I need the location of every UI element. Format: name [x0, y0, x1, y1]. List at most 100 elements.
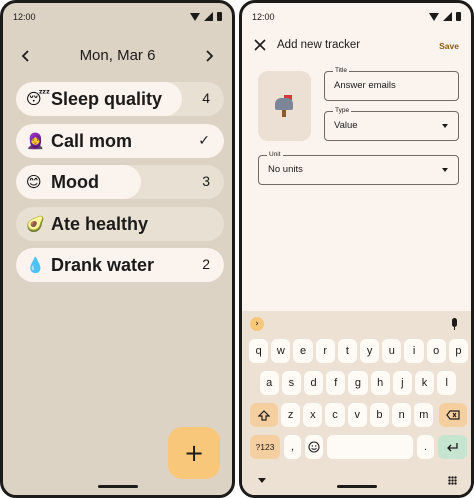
status-time: 12:00 [13, 12, 36, 22]
key-j[interactable]: j [392, 371, 412, 395]
type-value: Value [334, 120, 358, 131]
key-o[interactable]: o [426, 339, 446, 363]
key-s[interactable]: s [281, 371, 301, 395]
add-tracker-button[interactable]: + [168, 427, 220, 479]
dropdown-caret-icon [442, 124, 448, 128]
gesture-handle[interactable] [336, 485, 377, 488]
shift-icon [258, 409, 270, 421]
tracker-item[interactable]: 😊 Mood 3 [16, 165, 224, 199]
title-label: Title [333, 67, 350, 74]
tracker-value: 3 [202, 173, 210, 189]
tracker-day-screen: 12:00 Mon, Mar 6 😴 Sleep quality 4 🧕 Cal… [0, 0, 235, 498]
key-k[interactable]: k [414, 371, 435, 395]
key-b[interactable]: b [369, 403, 390, 427]
status-time: 12:00 [252, 12, 275, 22]
signal-icon [204, 12, 213, 21]
unit-select[interactable]: Unit No units [258, 151, 459, 185]
key-x[interactable]: x [303, 403, 323, 427]
unit-value: No units [268, 164, 303, 175]
tracker-label: Sleep quality [51, 89, 163, 109]
symbols-key[interactable]: ?123 [250, 435, 280, 459]
close-icon [254, 39, 266, 51]
emoji-picker-button[interactable] [258, 71, 311, 141]
key-d[interactable]: d [303, 371, 324, 395]
enter-key[interactable] [438, 435, 467, 459]
key-i[interactable]: i [404, 339, 424, 363]
tracker-label: Ate healthy [51, 213, 149, 234]
unit-label: Unit [267, 151, 283, 158]
key-f[interactable]: f [326, 371, 346, 395]
close-button[interactable] [254, 35, 266, 56]
tracker-value: 2 [202, 256, 210, 272]
screen-title: Add new tracker [277, 39, 361, 51]
plus-icon: + [183, 439, 205, 467]
status-icons [429, 12, 461, 21]
chevron-right-icon: › [255, 319, 259, 329]
checkmark-icon: ✓ [198, 131, 210, 148]
key-y[interactable]: y [360, 339, 380, 363]
smiling-face-icon: 😊 [26, 173, 42, 191]
title-value: Answer emails [334, 80, 396, 91]
key-c[interactable]: c [325, 403, 345, 427]
status-icons [190, 12, 222, 21]
key-q[interactable]: q [249, 339, 269, 363]
space-bar[interactable] [327, 435, 413, 459]
key-w[interactable]: w [271, 339, 291, 363]
on-screen-keyboard: › ?123 , . qwertyuiop asdfghjkl zxcvbnm [242, 311, 471, 495]
key-g[interactable]: g [348, 371, 368, 395]
type-label: Type [333, 107, 352, 114]
droplet-icon: 💧 [26, 256, 45, 274]
title-input[interactable]: Title Answer emails [324, 67, 459, 101]
wifi-icon [190, 12, 200, 21]
date-navigator: Mon, Mar 6 [13, 43, 222, 69]
tracker-value: 4 [202, 90, 210, 106]
suggestion-expand-button[interactable]: › [250, 317, 264, 331]
status-bar: 12:00 [242, 3, 471, 33]
tracker-label: Drank water [51, 255, 155, 275]
shift-key[interactable] [250, 403, 278, 427]
date-label: Mon, Mar 6 [79, 47, 156, 64]
key-u[interactable]: u [382, 339, 402, 363]
dropdown-caret-icon [442, 168, 448, 172]
status-bar: 12:00 [3, 3, 232, 33]
tracker-item[interactable]: 🥑 Ate healthy [16, 206, 224, 241]
tracker-list: 😴 Sleep quality 4 🧕 Call mom ✓ 😊 Mood 3 … [16, 82, 224, 290]
comma-key[interactable]: , [284, 435, 301, 459]
tracker-item[interactable]: 💧 Drank water 2 [16, 248, 224, 282]
key-r[interactable]: r [315, 339, 335, 363]
next-day-button[interactable] [196, 43, 222, 69]
wifi-icon [429, 12, 439, 21]
tracker-item[interactable]: 😴 Sleep quality 4 [16, 82, 224, 116]
period-key[interactable]: . [417, 435, 434, 459]
keyboard-switch-icon[interactable] [448, 476, 457, 485]
key-z[interactable]: z [281, 403, 301, 427]
woman-headscarf-icon: 🧕 [26, 131, 45, 150]
key-a[interactable]: a [259, 371, 279, 395]
key-v[interactable]: v [347, 403, 367, 427]
save-button[interactable]: Save [439, 41, 459, 51]
gesture-handle[interactable] [97, 485, 138, 488]
signal-icon [443, 12, 452, 21]
tracker-label: Mood [51, 172, 99, 192]
key-t[interactable]: t [337, 339, 358, 363]
key-n[interactable]: n [392, 403, 412, 427]
type-select[interactable]: Type Value [324, 107, 459, 141]
key-e[interactable]: e [293, 339, 313, 363]
top-app-bar: Add new tracker Save [242, 33, 471, 61]
key-m[interactable]: m [414, 403, 434, 427]
tracker-label: Call mom [51, 130, 133, 151]
emoji-smile-icon [308, 441, 320, 453]
emoji-key[interactable] [305, 435, 323, 459]
hide-keyboard-button[interactable] [258, 478, 266, 483]
backspace-key[interactable] [439, 403, 467, 427]
key-l[interactable]: l [437, 371, 457, 395]
mailbox-icon [273, 95, 297, 117]
battery-icon [217, 12, 222, 21]
key-h[interactable]: h [370, 371, 390, 395]
tracker-item[interactable]: 🧕 Call mom ✓ [16, 123, 224, 158]
battery-icon [456, 12, 461, 21]
avocado-icon: 🥑 [26, 214, 45, 233]
mic-icon[interactable] [452, 318, 457, 330]
key-p[interactable]: p [448, 339, 469, 363]
enter-icon [447, 443, 458, 452]
